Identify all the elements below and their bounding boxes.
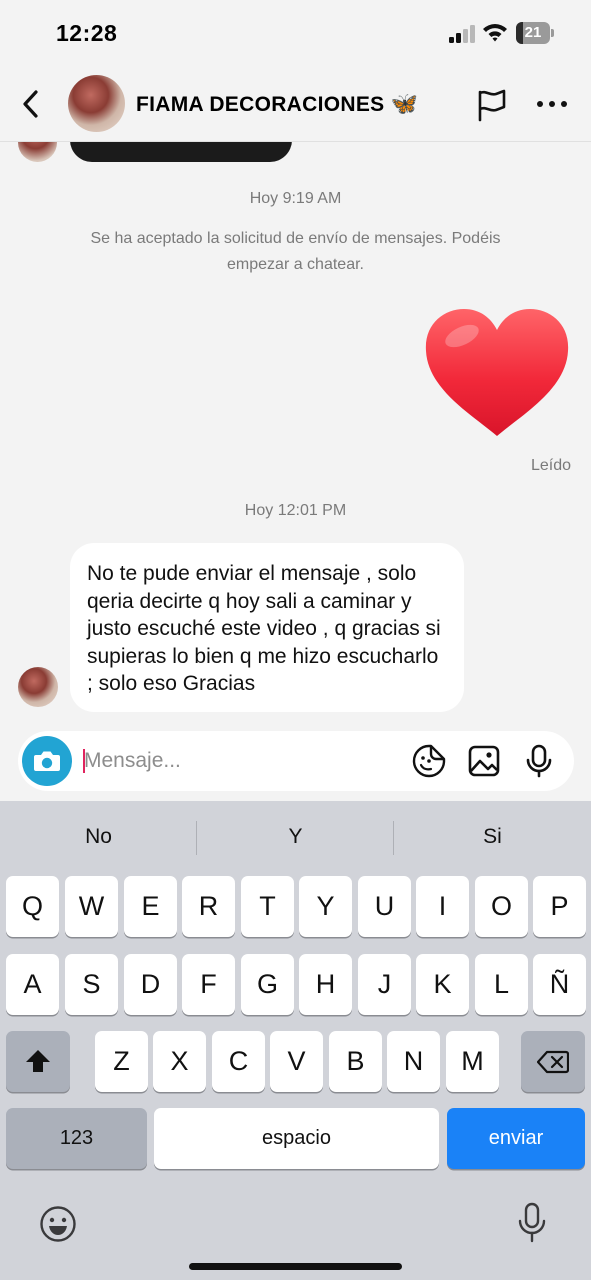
- key-m[interactable]: M: [446, 1031, 499, 1092]
- key-g[interactable]: G: [241, 954, 294, 1015]
- key-n[interactable]: N: [387, 1031, 440, 1092]
- key-u[interactable]: U: [358, 876, 411, 937]
- dictation-microphone-icon[interactable]: [516, 1201, 548, 1245]
- contact-name[interactable]: FIAMA DECORACIONES 🦋: [136, 91, 418, 117]
- chat-header: FIAMA DECORACIONES 🦋: [0, 66, 591, 142]
- key-p[interactable]: P: [533, 876, 586, 937]
- key-r[interactable]: R: [182, 876, 235, 937]
- key-n-tilde[interactable]: Ñ: [533, 954, 586, 1015]
- backspace-icon: [537, 1050, 569, 1074]
- key-t[interactable]: T: [241, 876, 294, 937]
- key-o[interactable]: O: [475, 876, 528, 937]
- key-l[interactable]: L: [475, 954, 528, 1015]
- space-key[interactable]: espacio: [154, 1108, 439, 1169]
- key-a[interactable]: A: [6, 954, 59, 1015]
- keyboard: No Y Si Q W E R T Y U I O P A S D F G H …: [0, 801, 591, 1280]
- gallery-icon[interactable]: [467, 744, 501, 778]
- status-time: 12:28: [56, 20, 118, 46]
- message-input[interactable]: [84, 745, 384, 777]
- numbers-key[interactable]: 123: [6, 1108, 147, 1169]
- key-w[interactable]: W: [65, 876, 118, 937]
- send-key[interactable]: enviar: [447, 1108, 585, 1169]
- received-message-bubble[interactable]: No te pude enviar el mensaje , solo qeri…: [70, 543, 464, 712]
- timestamp: Hoy 12:01 PM: [244, 502, 347, 519]
- system-message: Se ha aceptado la solicitud de envío de …: [90, 230, 501, 273]
- key-c[interactable]: C: [212, 1031, 265, 1092]
- key-x[interactable]: X: [153, 1031, 206, 1092]
- key-y[interactable]: Y: [299, 876, 352, 937]
- key-b[interactable]: B: [329, 1031, 382, 1092]
- suggestion-2[interactable]: Y: [197, 825, 394, 849]
- wifi-icon: [483, 24, 507, 42]
- camera-button[interactable]: [22, 736, 72, 786]
- microphone-icon[interactable]: [522, 744, 556, 778]
- key-s[interactable]: S: [65, 954, 118, 1015]
- heart-reaction-icon[interactable]: [422, 306, 572, 440]
- seen-status: Leído: [531, 457, 572, 474]
- key-z[interactable]: Z: [95, 1031, 148, 1092]
- cellular-signal-icon: [449, 25, 475, 43]
- suggestion-3[interactable]: Si: [394, 825, 591, 849]
- key-q[interactable]: Q: [6, 876, 59, 937]
- suggestion-bar: No Y Si: [0, 801, 591, 873]
- key-f[interactable]: F: [182, 954, 235, 1015]
- status-bar: 12:28 21: [0, 0, 591, 66]
- battery-cap: [551, 29, 554, 37]
- sender-avatar[interactable]: [18, 667, 58, 707]
- contact-avatar[interactable]: [68, 75, 125, 132]
- key-h[interactable]: H: [299, 954, 352, 1015]
- battery-percentage: 21: [524, 24, 542, 41]
- key-d[interactable]: D: [124, 954, 177, 1015]
- battery-indicator: 21: [516, 22, 554, 44]
- home-indicator[interactable]: [189, 1263, 402, 1270]
- shift-key[interactable]: [6, 1031, 70, 1092]
- key-v[interactable]: V: [270, 1031, 323, 1092]
- message-composer: [18, 731, 574, 791]
- timestamp: Hoy 9:19 AM: [249, 190, 342, 207]
- key-i[interactable]: I: [416, 876, 469, 937]
- suggestion-1[interactable]: No: [0, 825, 197, 849]
- backspace-key[interactable]: [521, 1031, 585, 1092]
- key-j[interactable]: J: [358, 954, 411, 1015]
- emoji-keyboard-icon[interactable]: [39, 1205, 77, 1243]
- camera-icon: [34, 751, 60, 771]
- shift-icon: [26, 1050, 50, 1072]
- key-k[interactable]: K: [416, 954, 469, 1015]
- back-button[interactable]: [18, 88, 46, 120]
- sticker-icon[interactable]: [412, 744, 446, 778]
- report-flag-icon[interactable]: [474, 88, 508, 122]
- more-options-icon[interactable]: [534, 92, 570, 116]
- contact-name-text: FIAMA DECORACIONES: [136, 93, 385, 116]
- butterfly-emoji: 🦋: [390, 91, 419, 116]
- key-e[interactable]: E: [124, 876, 177, 937]
